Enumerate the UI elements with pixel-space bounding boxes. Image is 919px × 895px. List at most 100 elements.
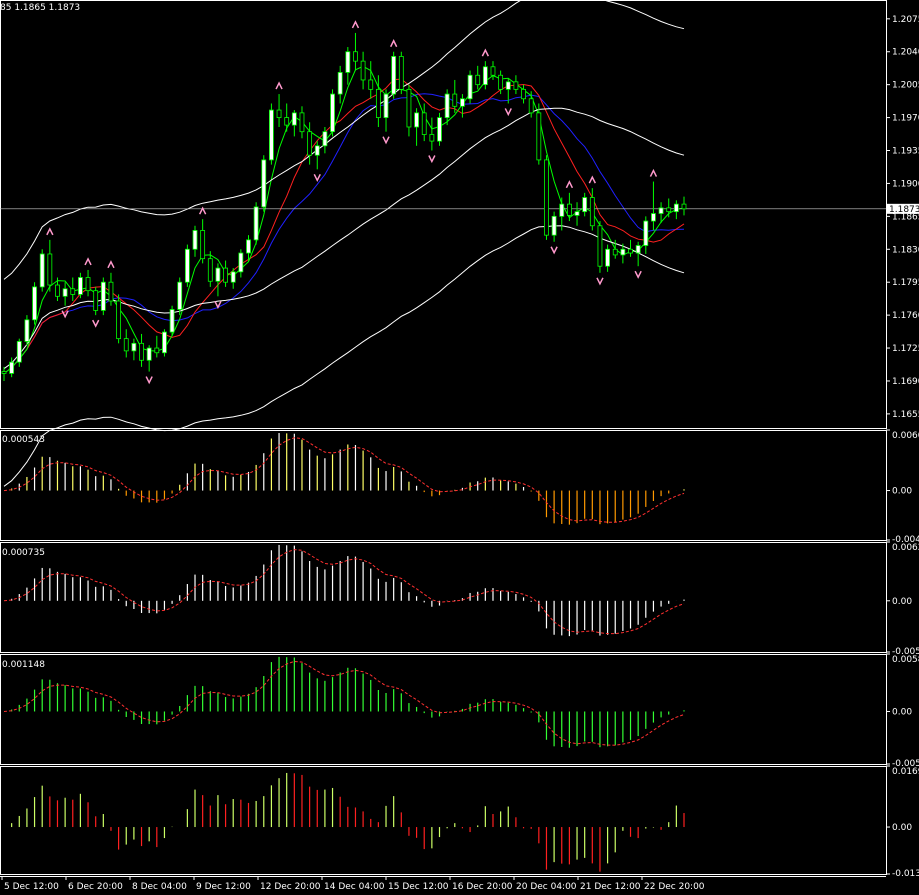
candle-body xyxy=(223,267,228,283)
candle xyxy=(452,79,458,113)
candle xyxy=(582,192,588,217)
fractal-up-marker xyxy=(389,39,398,48)
y-tick-label: 1.1760 xyxy=(892,311,919,321)
candle-body xyxy=(544,159,549,236)
candle xyxy=(246,235,251,261)
candle-body xyxy=(528,98,534,114)
x-tick-label: 21 Dec 12:00 xyxy=(580,882,641,892)
x-tick-label: 15 Dec 12:00 xyxy=(388,882,449,892)
candle-body xyxy=(291,112,297,126)
candle-body xyxy=(635,245,641,254)
candle-body xyxy=(215,267,221,282)
candle-body xyxy=(314,145,320,156)
fractal-down-marker xyxy=(428,155,436,164)
candle xyxy=(406,84,412,137)
candle-body xyxy=(207,258,213,282)
candle-body xyxy=(1,371,7,374)
candle xyxy=(162,329,167,357)
candle xyxy=(360,51,366,90)
candle-body xyxy=(299,112,305,133)
trading-chart: 85 1.1865 1.1873 0.000543 0.000735 0.001… xyxy=(0,0,919,892)
candle-body xyxy=(184,248,190,283)
y-tick-label: 1.1655 xyxy=(892,410,919,420)
candle-body xyxy=(513,81,519,90)
candle-body xyxy=(93,290,99,311)
y-tick-label: 1.1690 xyxy=(892,377,919,387)
x-tick-label: 20 Dec 04:00 xyxy=(516,882,577,892)
candle xyxy=(207,251,213,287)
candle-body xyxy=(398,56,404,90)
candle-body xyxy=(85,277,91,292)
candle xyxy=(154,335,160,358)
candle xyxy=(513,75,519,95)
y-tick-label: 0.0062 xyxy=(892,543,919,553)
x-tick-label: 5 Dec 12:00 xyxy=(4,882,59,892)
candle-body xyxy=(505,81,511,90)
y-tick-label: 0.0060 xyxy=(892,431,919,441)
candle xyxy=(93,286,99,316)
candle-body xyxy=(536,112,542,161)
candle-body xyxy=(421,112,427,135)
candle-body xyxy=(498,74,504,90)
candle-body xyxy=(78,277,83,295)
candle-body xyxy=(55,284,60,297)
candle xyxy=(314,141,320,170)
candle xyxy=(681,196,687,216)
fractal-down-marker xyxy=(145,376,153,385)
candle-body xyxy=(551,215,557,236)
pane-border-2 xyxy=(0,542,887,653)
candle xyxy=(651,181,656,231)
candle-body xyxy=(574,211,580,216)
candle xyxy=(291,110,297,137)
x-tick-label: 22 Dec 20:00 xyxy=(644,882,705,892)
fractal-up-marker xyxy=(275,81,283,90)
candle xyxy=(131,338,137,361)
candle xyxy=(337,65,343,104)
candle xyxy=(85,269,91,297)
candle-body xyxy=(368,79,374,90)
candle-body xyxy=(475,74,481,86)
fractal-down-marker xyxy=(550,246,558,255)
candle-body xyxy=(651,213,656,222)
fractal-down-marker xyxy=(382,136,390,145)
candle xyxy=(544,155,549,240)
y-tick-label: 1.1725 xyxy=(892,344,919,354)
candle-body xyxy=(437,117,442,142)
candle xyxy=(421,103,427,142)
candle xyxy=(398,51,404,95)
x-tick-label: 6 Dec 20:00 xyxy=(68,882,123,892)
candle-body xyxy=(62,288,68,297)
candle xyxy=(123,329,129,358)
oscillator-pane-1 xyxy=(0,430,887,541)
candle-body xyxy=(261,159,267,208)
candle xyxy=(482,61,488,90)
oscillator-pane-2 xyxy=(0,542,887,653)
candle-body xyxy=(116,300,122,340)
y-tick-label: 1.1935 xyxy=(892,147,919,157)
candle xyxy=(276,94,282,127)
candle-body xyxy=(467,74,473,100)
candle-body xyxy=(597,225,603,267)
y-tick-label: 0.00 xyxy=(892,823,912,833)
candle-body xyxy=(192,230,198,250)
osc3-header: 0.001148 xyxy=(2,660,45,670)
candle xyxy=(177,277,183,316)
signal-line xyxy=(3,437,685,523)
fractal-up-marker xyxy=(107,260,115,269)
candle-body xyxy=(353,51,358,62)
candle xyxy=(353,32,358,71)
candle xyxy=(16,338,22,367)
pane-border-4 xyxy=(0,766,887,875)
candle xyxy=(643,216,649,254)
candle-body xyxy=(643,220,649,246)
fractal-up-marker xyxy=(565,180,574,189)
candle-body xyxy=(32,286,37,321)
candle xyxy=(414,108,419,146)
candle xyxy=(475,65,481,90)
candle xyxy=(391,51,397,99)
candle xyxy=(345,47,351,85)
candle xyxy=(429,117,435,151)
y-tick-label: 1.1900 xyxy=(892,179,919,189)
y-tick-label: 1.1795 xyxy=(892,278,919,288)
candle xyxy=(284,103,290,132)
